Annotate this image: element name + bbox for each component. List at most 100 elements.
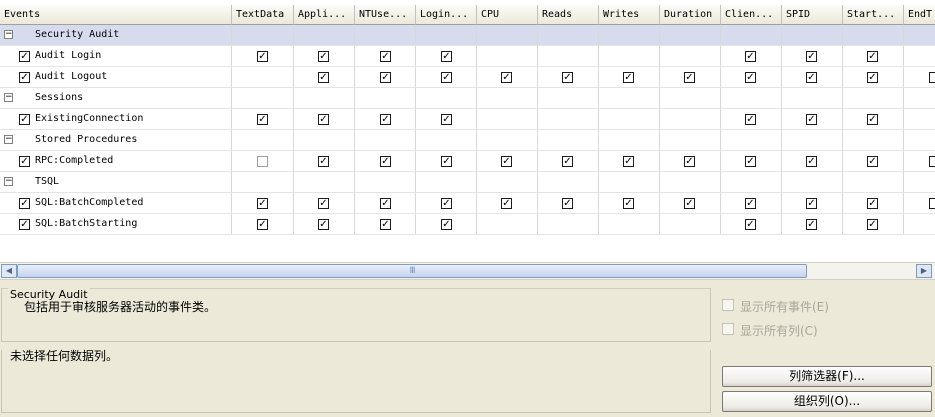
column-checkbox[interactable]: ✓	[441, 114, 452, 125]
column-header[interactable]: Login...	[416, 5, 477, 25]
column-checkbox[interactable]: ✓	[380, 51, 391, 62]
column-checkbox[interactable]: ✓	[623, 72, 634, 83]
column-checkbox-partial[interactable]	[929, 156, 935, 167]
event-row[interactable]: ✓ Audit Login ✓ ✓ ✓ ✓ ✓ ✓ ✓	[0, 46, 935, 67]
column-checkbox[interactable]: ✓	[257, 198, 268, 209]
column-checkbox[interactable]: ✓	[380, 198, 391, 209]
column-header[interactable]: Reads	[538, 5, 599, 25]
column-checkbox[interactable]: ✓	[806, 51, 817, 62]
column-checkbox[interactable]	[257, 156, 268, 167]
column-checkbox[interactable]: ✓	[318, 114, 329, 125]
column-checkbox[interactable]: ✓	[441, 198, 452, 209]
grid-cell	[660, 130, 721, 151]
column-checkbox[interactable]: ✓	[380, 156, 391, 167]
scroll-thumb[interactable]: III	[17, 264, 807, 278]
column-checkbox[interactable]: ✓	[806, 72, 817, 83]
column-checkbox[interactable]: ✓	[867, 156, 878, 167]
column-checkbox[interactable]: ✓	[806, 219, 817, 230]
column-checkbox[interactable]: ✓	[623, 156, 634, 167]
column-checkbox[interactable]: ✓	[745, 156, 756, 167]
column-checkbox[interactable]: ✓	[745, 198, 756, 209]
column-checkbox[interactable]: ✓	[501, 72, 512, 83]
column-checkbox[interactable]: ✓	[806, 198, 817, 209]
column-checkbox[interactable]: ✓	[745, 114, 756, 125]
column-header[interactable]: Duration	[660, 5, 721, 25]
column-header[interactable]: Events	[0, 5, 232, 25]
column-checkbox[interactable]: ✓	[867, 72, 878, 83]
event-row[interactable]: ✓ SQL:BatchCompleted ✓ ✓ ✓ ✓ ✓ ✓ ✓ ✓ ✓ ✓ ✓	[0, 193, 935, 214]
column-checkbox[interactable]: ✓	[684, 72, 695, 83]
column-header[interactable]: EndT	[904, 5, 935, 25]
column-header[interactable]: SPID	[782, 5, 843, 25]
event-row[interactable]: ✓ RPC:Completed ✓ ✓ ✓ ✓ ✓ ✓ ✓ ✓ ✓ ✓	[0, 151, 935, 172]
column-checkbox[interactable]: ✓	[684, 198, 695, 209]
grid-cell	[660, 25, 721, 46]
column-checkbox[interactable]: ✓	[441, 219, 452, 230]
column-checkbox[interactable]: ✓	[867, 219, 878, 230]
column-checkbox[interactable]: ✓	[867, 51, 878, 62]
column-checkbox[interactable]: ✓	[318, 198, 329, 209]
event-checkbox[interactable]: ✓	[19, 51, 30, 62]
column-header[interactable]: Appli...	[294, 5, 355, 25]
horizontal-scrollbar[interactable]: ◀ III ▶	[0, 262, 935, 280]
grid-cell	[477, 130, 538, 151]
column-checkbox[interactable]: ✓	[745, 72, 756, 83]
column-checkbox[interactable]: ✓	[562, 198, 573, 209]
event-checkbox[interactable]: ✓	[19, 156, 30, 167]
scroll-right-icon[interactable]: ▶	[916, 264, 932, 278]
column-checkbox[interactable]: ✓	[562, 72, 573, 83]
column-filters-button[interactable]: 列筛选器(F)...	[722, 366, 932, 387]
column-checkbox[interactable]: ✓	[501, 156, 512, 167]
column-checkbox[interactable]: ✓	[380, 114, 391, 125]
column-checkbox[interactable]: ✓	[745, 51, 756, 62]
column-checkbox[interactable]: ✓	[867, 114, 878, 125]
event-row[interactable]: ✓ SQL:BatchStarting ✓ ✓ ✓ ✓ ✓ ✓ ✓	[0, 214, 935, 235]
category-row[interactable]: − Sessions	[0, 88, 935, 109]
event-checkbox[interactable]: ✓	[19, 114, 30, 125]
column-checkbox-partial[interactable]	[929, 198, 935, 209]
event-checkbox[interactable]: ✓	[19, 72, 30, 83]
column-header[interactable]: Clien...	[721, 5, 782, 25]
column-header[interactable]: Writes	[599, 5, 660, 25]
column-checkbox[interactable]: ✓	[441, 51, 452, 62]
column-checkbox[interactable]: ✓	[867, 198, 878, 209]
event-row[interactable]: ✓ ExistingConnection ✓ ✓ ✓ ✓ ✓ ✓ ✓	[0, 109, 935, 130]
column-checkbox[interactable]: ✓	[318, 219, 329, 230]
collapse-icon[interactable]: −	[4, 135, 13, 144]
column-checkbox[interactable]: ✓	[257, 219, 268, 230]
category-row[interactable]: − Stored Procedures	[0, 130, 935, 151]
event-checkbox[interactable]: ✓	[19, 219, 30, 230]
column-header[interactable]: Start...	[843, 5, 904, 25]
collapse-icon[interactable]: −	[4, 30, 13, 39]
column-checkbox-partial[interactable]	[929, 72, 935, 83]
category-row[interactable]: − TSQL	[0, 172, 935, 193]
column-checkbox[interactable]: ✓	[318, 51, 329, 62]
column-checkbox[interactable]: ✓	[441, 72, 452, 83]
column-checkbox[interactable]: ✓	[745, 219, 756, 230]
column-checkbox[interactable]: ✓	[441, 156, 452, 167]
organize-columns-button[interactable]: 组织列(O)...	[722, 391, 932, 412]
column-checkbox[interactable]: ✓	[806, 114, 817, 125]
column-checkbox[interactable]: ✓	[318, 72, 329, 83]
column-header[interactable]: CPU	[477, 5, 538, 25]
collapse-icon[interactable]: −	[4, 93, 13, 102]
scroll-left-icon[interactable]: ◀	[1, 264, 17, 278]
column-checkbox[interactable]: ✓	[257, 114, 268, 125]
event-description-text: 包括用于审核服务器活动的事件类。	[24, 300, 217, 314]
column-checkbox[interactable]: ✓	[501, 198, 512, 209]
column-checkbox[interactable]: ✓	[257, 51, 268, 62]
column-checkbox[interactable]: ✓	[380, 219, 391, 230]
column-checkbox[interactable]: ✓	[380, 72, 391, 83]
column-checkbox[interactable]: ✓	[318, 156, 329, 167]
column-checkbox[interactable]: ✓	[562, 156, 573, 167]
collapse-icon[interactable]: −	[4, 177, 13, 186]
column-checkbox[interactable]: ✓	[684, 156, 695, 167]
event-row[interactable]: ✓ Audit Logout ✓ ✓ ✓ ✓ ✓ ✓ ✓ ✓ ✓ ✓	[0, 67, 935, 88]
category-row[interactable]: − Security Audit	[0, 25, 935, 46]
events-grid[interactable]: Events TextData Appli... NTUse... Login... CP…	[0, 0, 935, 263]
column-checkbox[interactable]: ✓	[623, 198, 634, 209]
column-checkbox[interactable]: ✓	[806, 156, 817, 167]
column-header[interactable]: TextData	[232, 5, 294, 25]
event-checkbox[interactable]: ✓	[19, 198, 30, 209]
column-header[interactable]: NTUse...	[355, 5, 416, 25]
